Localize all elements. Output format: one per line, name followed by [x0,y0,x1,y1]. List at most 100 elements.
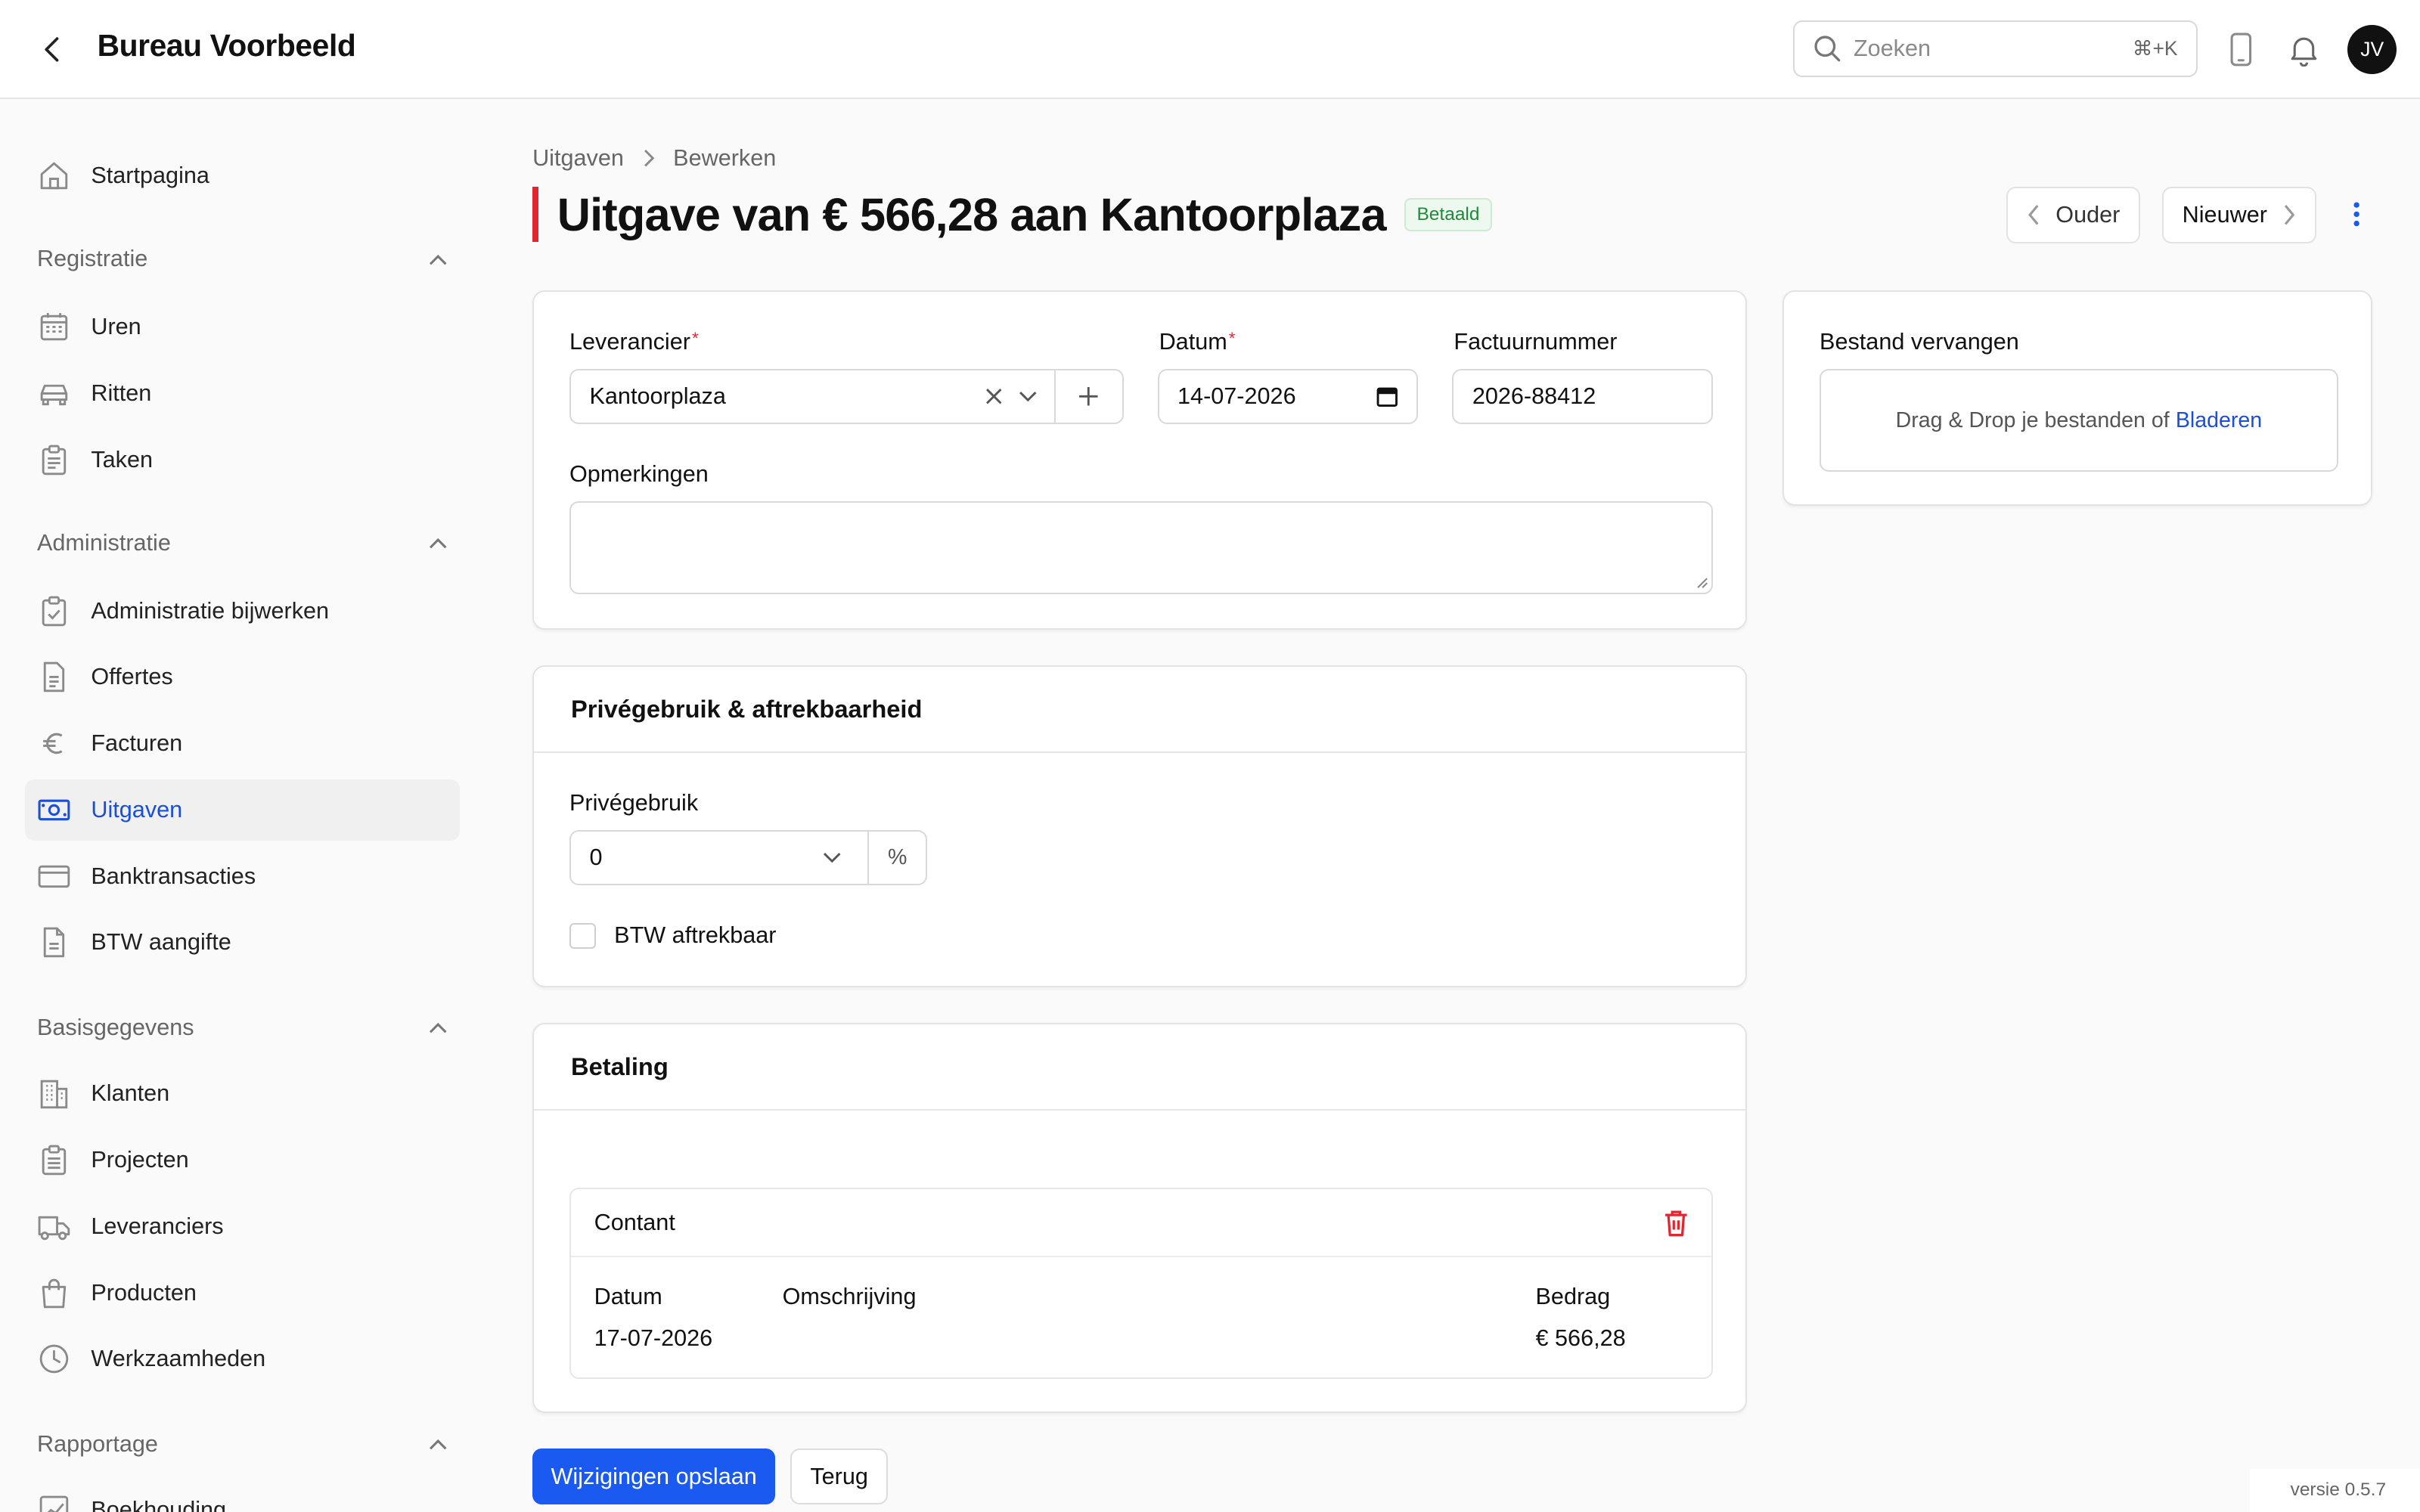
private-use-select[interactable]: 0 % [569,829,928,886]
calendar-icon[interactable] [1376,386,1398,407]
sidebar-item-label: Uitgaven [91,796,183,823]
back-link-button[interactable]: Terug [790,1448,889,1504]
chevron-down-icon[interactable] [1011,390,1045,402]
truck-icon [37,1210,71,1244]
sidebar-item-label: Facturen [91,730,183,757]
breadcrumb-current[interactable]: Bewerken [673,145,776,172]
payment-entry: Contant Datum Omschrijving Bedrag 17-07-… [569,1188,1714,1380]
date-field[interactable]: 14-07-2026 [1157,368,1419,425]
page-header: Uitgave van € 566,28 aan Kantoorplaza Be… [532,186,1492,243]
add-supplier-button[interactable] [1053,370,1122,423]
section-administratie[interactable]: Administratie [37,525,448,562]
section-title: Registratie [36,246,148,272]
sidebar-item-label: Producten [91,1279,197,1306]
clipboard-icon [37,443,71,477]
sidebar-item-btw-aangifte[interactable]: BTW aangifte [25,912,461,974]
banknote-icon [37,793,71,827]
sidebar-item-administratie-bijwerken[interactable]: Administratie bijwerken [25,580,461,642]
sidebar-item-label: Offertes [91,664,173,690]
search-box[interactable]: ⌘+K [1793,20,2198,78]
calendar-icon [37,310,71,344]
resize-handle-icon[interactable] [1696,577,1708,589]
older-button[interactable]: Ouder [2006,186,2140,244]
payment-entry-header: Contant [571,1189,1712,1258]
section-title: Administratie [36,529,171,556]
more-options-button[interactable] [2343,196,2371,233]
vat-deductible-checkbox[interactable] [569,922,596,950]
back-button[interactable] [34,31,71,68]
chevron-right-icon [642,149,655,167]
vat-deductible-row: BTW aftrekbaar [569,922,777,950]
sidebar-item-label: Administratie bijwerken [91,597,330,624]
document-icon [37,660,71,694]
sidebar-item-label: Banktransacties [91,863,256,889]
sidebar-item-home[interactable]: Startpagina [25,145,461,207]
file-label: Bestand vervangen [1820,328,2019,355]
col-description-header: Omschrijving [782,1283,917,1309]
shopping-bag-icon [37,1276,71,1310]
newer-button[interactable]: Nieuwer [2162,186,2317,244]
section-basisgegevens[interactable]: Basisgegevens [37,1009,448,1046]
sidebar-item-werkzaamheden[interactable]: Werkzaamheden [25,1328,461,1390]
sidebar-item-leveranciers[interactable]: Leveranciers [25,1196,461,1258]
sidebar-item-label: Taken [91,446,154,472]
invoice-number-field[interactable]: 2026-88412 [1452,368,1714,425]
section-rapportage[interactable]: Rapportage [37,1426,448,1463]
sidebar-item-label: Uren [91,314,141,340]
browse-link[interactable]: Bladeren [2176,408,2262,433]
notifications-button[interactable] [2285,31,2322,68]
sidebar-item-facturen[interactable]: Facturen [25,713,461,775]
sidebar-item-banktransacties[interactable]: Banktransacties [25,845,461,907]
search-shortcut: ⌘+K [2132,36,2178,60]
sidebar-item-uitgaven[interactable]: Uitgaven [24,779,461,841]
file-dropzone[interactable]: Drag & Drop je bestanden of Bladeren [1820,368,2338,472]
private-use-label: Privégebruik [569,789,699,816]
sidebar: Startpagina Registratie Uren Ritten Take… [0,99,485,1512]
payment-card: Betaling Contant Datum Omschrijving Bedr… [532,1023,1748,1414]
file-card: Bestand vervangen Drag & Drop je bestand… [1782,290,2372,507]
section-title: Rapportage [36,1430,158,1457]
supplier-select[interactable]: Kantoorplaza [569,368,1124,425]
sidebar-item-label: Leveranciers [91,1213,224,1239]
version-label: versie 0.5.7 [2250,1468,2420,1512]
sidebar-item-label: Werkzaamheden [91,1346,266,1372]
sidebar-item-taken[interactable]: Taken [25,429,461,491]
payment-header: Betaling [534,1024,1746,1111]
sidebar-item-producten[interactable]: Producten [25,1262,461,1324]
breadcrumb-link-uitgaven[interactable]: Uitgaven [532,145,624,172]
chevron-left-icon [2028,205,2038,225]
invoice-label: Factuurnummer [1454,328,1618,355]
chevron-up-icon [430,1439,447,1450]
trash-icon [1665,1210,1687,1237]
chevron-up-icon [430,538,447,549]
date-value: 14-07-2026 [1177,383,1296,409]
mobile-phone-icon [2230,33,2251,67]
mobile-button[interactable] [2223,31,2260,68]
delete-payment-button[interactable] [1664,1209,1689,1237]
sidebar-item-label: Startpagina [91,163,209,189]
clipboard-list-icon [37,1143,71,1177]
section-title: Basisgegevens [36,1014,194,1040]
notes-textarea[interactable] [569,501,1714,594]
sidebar-item-uren[interactable]: Uren [25,296,461,358]
clear-icon[interactable] [977,387,1011,405]
newer-label: Nieuwer [2182,202,2267,228]
home-icon [37,159,71,193]
search-input[interactable] [1853,35,2086,62]
sidebar-item-projecten[interactable]: Projecten [25,1129,461,1191]
sidebar-item-boekhouding[interactable]: Boekhouding [25,1479,461,1512]
car-icon [37,376,71,411]
sidebar-item-label: Ritten [91,380,152,406]
sidebar-item-klanten[interactable]: Klanten [25,1063,461,1125]
plus-icon [1079,387,1098,406]
sidebar-item-ritten[interactable]: Ritten [25,363,461,425]
bell-icon [2291,37,2317,67]
page-title: Uitgave van € 566,28 aan Kantoorplaza [557,188,1387,240]
supplier-label: Leverancier * [569,329,699,355]
sidebar-item-offertes[interactable]: Offertes [25,646,461,708]
avatar[interactable]: JV [2347,24,2397,74]
section-registratie[interactable]: Registratie [37,240,448,277]
file-text-icon [37,925,71,959]
save-button[interactable]: Wijzigingen opslaan [532,1448,776,1504]
credit-card-icon [37,860,71,894]
